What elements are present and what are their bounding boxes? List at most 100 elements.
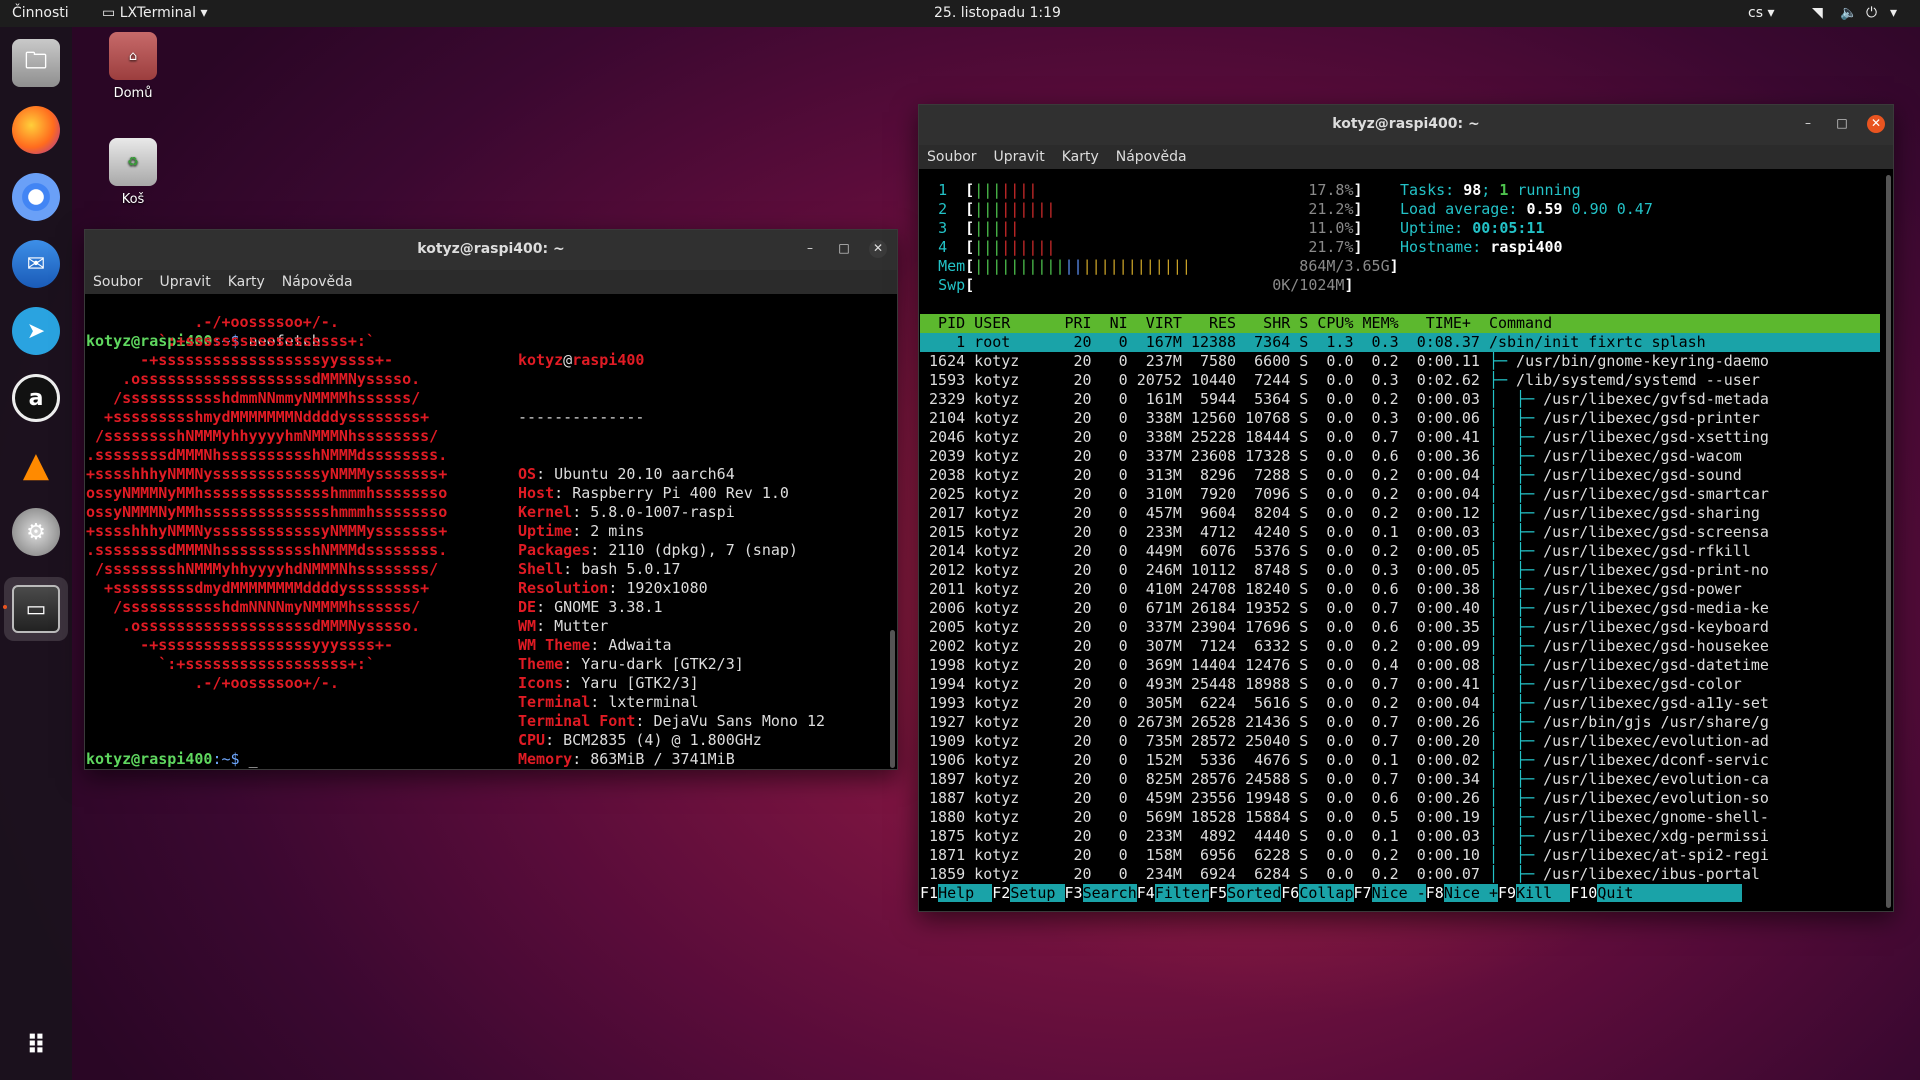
ascii-line: .osssssssssssssssssssdMMMNysssso. — [86, 617, 421, 635]
fkey-f6[interactable]: F6 — [1281, 884, 1299, 902]
table-row[interactable]: 1871 kotyz 20 0 158M 6956 6228 S 0.0 0.2… — [920, 846, 1880, 865]
maximize-button[interactable]: □ — [1833, 115, 1851, 133]
table-row[interactable]: 1875 kotyz 20 0 233M 4892 4440 S 0.0 0.1… — [920, 827, 1880, 846]
fkey-f8[interactable]: F8 — [1426, 884, 1444, 902]
table-row[interactable]: 2046 kotyz 20 0 338M 25228 18444 S 0.0 0… — [920, 428, 1880, 447]
table-row[interactable]: 1998 kotyz 20 0 369M 14404 12476 S 0.0 0… — [920, 656, 1880, 675]
vlc-icon[interactable]: ▲ — [12, 441, 60, 489]
info-line: Host: Raspberry Pi 400 Rev 1.0 — [518, 484, 789, 502]
info-key: Terminal Font — [518, 712, 636, 730]
firefox-icon[interactable] — [12, 106, 60, 154]
function-key-bar: F1Help F2Setup F3SearchF4FilterF5SortedF… — [920, 884, 1880, 903]
fkey-f10[interactable]: F10 — [1570, 884, 1597, 902]
terminal-window-neofetch[interactable]: kotyz@raspi400: ~ – □ ✕ Soubor Upravit K… — [84, 229, 898, 770]
table-row[interactable]: 2025 kotyz 20 0 310M 7920 7096 S 0.0 0.2… — [920, 485, 1880, 504]
table-row[interactable]: 2017 kotyz 20 0 457M 9604 8204 S 0.0 0.2… — [920, 504, 1880, 523]
fkey-f1[interactable]: F1 — [920, 884, 938, 902]
fkey-f4[interactable]: F4 — [1137, 884, 1155, 902]
thunderbird-icon[interactable]: ✉ — [12, 240, 60, 288]
table-row[interactable]: 2038 kotyz 20 0 313M 8296 7288 S 0.0 0.2… — [920, 466, 1880, 485]
table-row[interactable]: 2329 kotyz 20 0 161M 5944 5364 S 0.0 0.2… — [920, 390, 1880, 409]
desktop-home[interactable]: ⌂ Domů — [88, 32, 178, 101]
table-row[interactable]: 1927 kotyz 20 0 2673M 26528 21436 S 0.0 … — [920, 713, 1880, 732]
terminal-content[interactable]: kotyz@raspi400:~$ neofetch .-/+oossssoo+… — [86, 294, 886, 769]
scrollbar[interactable] — [890, 630, 895, 768]
close-button[interactable]: ✕ — [1867, 115, 1885, 133]
table-row[interactable]: 1880 kotyz 20 0 569M 18528 15884 S 0.0 0… — [920, 808, 1880, 827]
table-row[interactable]: 2014 kotyz 20 0 449M 6076 5376 S 0.0 0.2… — [920, 542, 1880, 561]
home-folder-icon: ⌂ — [109, 32, 157, 80]
keyboard-layout[interactable]: cs ▾ — [1748, 5, 1774, 21]
table-row[interactable]: 1909 kotyz 20 0 735M 28572 25040 S 0.0 0… — [920, 732, 1880, 751]
fkey-f9[interactable]: F9 — [1498, 884, 1516, 902]
table-row[interactable]: 2006 kotyz 20 0 671M 26184 19352 S 0.0 0… — [920, 599, 1880, 618]
table-row[interactable]: 1624 kotyz 20 0 237M 7580 6600 S 0.0 0.2… — [920, 352, 1880, 371]
ascii-line: +sssshhhyNMMNyssssssssssssyNMMMysssssss+ — [86, 465, 448, 483]
desktop-trash[interactable]: ♻ Koš — [88, 138, 178, 207]
table-row[interactable]: 1993 kotyz 20 0 305M 6224 5616 S 0.0 0.2… — [920, 694, 1880, 713]
table-row[interactable]: 1859 kotyz 20 0 234M 6924 6284 S 0.0 0.2… — [920, 865, 1880, 884]
clock[interactable]: 25. listopadu 1:19 — [934, 5, 1061, 21]
menu-napoveda[interactable]: Nápověda — [282, 274, 353, 290]
show-apps-icon[interactable]: ⠿ — [12, 1022, 60, 1070]
table-row[interactable]: 1897 kotyz 20 0 825M 28576 24588 S 0.0 0… — [920, 770, 1880, 789]
menu-soubor[interactable]: Soubor — [93, 274, 143, 290]
table-row[interactable]: 2015 kotyz 20 0 233M 4712 4240 S 0.0 0.1… — [920, 523, 1880, 542]
table-row[interactable]: 2104 kotyz 20 0 338M 12560 10768 S 0.0 0… — [920, 409, 1880, 428]
table-row[interactable]: 1 root 20 0 167M 12388 7364 S 1.3 0.3 0:… — [920, 333, 1880, 352]
telegram-icon[interactable]: ➤ — [12, 307, 60, 355]
menu-upravit[interactable]: Upravit — [994, 149, 1045, 165]
menu-soubor[interactable]: Soubor — [927, 149, 977, 165]
app-name: LXTerminal — [119, 5, 196, 21]
menu-upravit[interactable]: Upravit — [160, 274, 211, 290]
info-key: Packages — [518, 541, 591, 559]
info-line: Uptime: 2 mins — [518, 522, 645, 540]
fkey-f5[interactable]: F5 — [1209, 884, 1227, 902]
table-row[interactable]: 2012 kotyz 20 0 246M 10112 8748 S 0.0 0.… — [920, 561, 1880, 580]
info-line: DE: GNOME 3.38.1 — [518, 598, 663, 616]
info-line: WM: Mutter — [518, 617, 609, 635]
wifi-icon[interactable]: ◥ — [1812, 5, 1823, 21]
menu-napoveda[interactable]: Nápověda — [1116, 149, 1187, 165]
power-icon[interactable]: ⏻ — [1866, 5, 1877, 21]
menu-karty[interactable]: Karty — [228, 274, 265, 290]
scrollbar[interactable] — [1886, 175, 1891, 908]
table-row[interactable]: 1906 kotyz 20 0 152M 5336 4676 S 0.0 0.1… — [920, 751, 1880, 770]
maximize-button[interactable]: □ — [835, 240, 853, 258]
info-key: Uptime — [518, 522, 573, 540]
fkey-f3[interactable]: F3 — [1065, 884, 1083, 902]
title-bar[interactable]: kotyz@raspi400: ~ – □ ✕ — [919, 105, 1893, 145]
table-row[interactable]: 1887 kotyz 20 0 459M 23556 19948 S 0.0 0… — [920, 789, 1880, 808]
fkey-f7[interactable]: F7 — [1354, 884, 1372, 902]
media-icon[interactable]: ⚙ — [12, 508, 60, 556]
app-menu[interactable]: ▭ LXTerminal ▾ — [102, 5, 207, 21]
info-key: CPU — [518, 731, 546, 749]
minimize-button[interactable]: – — [1799, 115, 1817, 133]
fkey-f2[interactable]: F2 — [992, 884, 1010, 902]
ascii-line: /ssssssssssshdmmNNmmyNMMMMhssssss/ — [86, 389, 421, 407]
menu-karty[interactable]: Karty — [1062, 149, 1099, 165]
ascii-line: +ssssssssshmydMMMMMMMNddddyssssssss+ — [86, 408, 430, 426]
table-row[interactable]: 2039 kotyz 20 0 337M 23608 17328 S 0.0 0… — [920, 447, 1880, 466]
terminal-window-htop[interactable]: kotyz@raspi400: ~ – □ ✕ Soubor Upravit K… — [918, 104, 1894, 912]
table-row[interactable]: 2002 kotyz 20 0 307M 7124 6332 S 0.0 0.2… — [920, 637, 1880, 656]
activities-button[interactable]: Činnosti — [12, 5, 69, 21]
chromium-icon[interactable] — [12, 173, 60, 221]
table-row[interactable]: 2005 kotyz 20 0 337M 23904 17696 S 0.0 0… — [920, 618, 1880, 637]
ascii-line: .osssssssssssssssssssdMMMNysssso. — [86, 370, 421, 388]
amazon-icon[interactable]: a — [12, 374, 60, 422]
table-row[interactable]: 2011 kotyz 20 0 410M 24708 18240 S 0.0 0… — [920, 580, 1880, 599]
close-button[interactable]: ✕ — [869, 240, 887, 258]
minimize-button[interactable]: – — [801, 240, 819, 258]
chevron-down-icon[interactable]: ▾ — [1890, 5, 1897, 21]
terminal-icon[interactable]: ▭ — [12, 585, 60, 633]
table-row[interactable]: 1994 kotyz 20 0 493M 25448 18988 S 0.0 0… — [920, 675, 1880, 694]
info-value: 2 mins — [590, 522, 645, 540]
volume-icon[interactable]: 🔈 — [1840, 5, 1857, 21]
info-value: 863MiB / 3741MiB — [590, 750, 735, 768]
files-icon[interactable]: 🗀 — [12, 39, 60, 87]
htop-content[interactable]: 1 [||||||| 17.8%] 2 [||||||||| 21.2%] 3 … — [920, 181, 1880, 911]
title-bar[interactable]: kotyz@raspi400: ~ – □ ✕ — [85, 230, 897, 270]
table-row[interactable]: 1593 kotyz 20 0 20752 10440 7244 S 0.0 0… — [920, 371, 1880, 390]
table-header[interactable]: PID USER PRI NI VIRT RES SHR S CPU% MEM%… — [920, 314, 1880, 333]
